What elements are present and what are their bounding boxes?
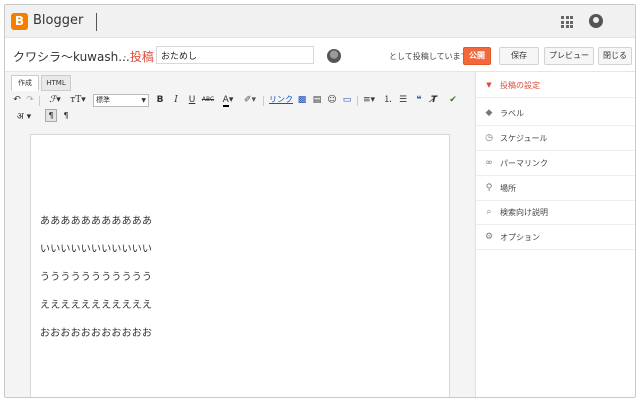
preview-button[interactable]: プレビュー bbox=[544, 47, 594, 65]
insert-emoji-icon[interactable]: ☺ bbox=[327, 94, 337, 106]
font-family-icon[interactable]: ℱ▾ bbox=[45, 94, 65, 106]
underline-icon[interactable]: U bbox=[187, 94, 197, 106]
insert-image-icon[interactable]: ▩ bbox=[297, 94, 307, 106]
toolbar-divider bbox=[263, 96, 264, 106]
sidebar-item-search-description[interactable]: ⌕ 検索向け説明 bbox=[476, 200, 635, 225]
tag-icon: ◆ bbox=[485, 108, 493, 118]
insert-jump-break-icon[interactable]: ▭ bbox=[342, 94, 352, 106]
link-icon: ∞ bbox=[485, 158, 493, 168]
toolbar-divider bbox=[357, 96, 358, 106]
clock-icon: ◷ bbox=[485, 133, 493, 143]
post-title-input[interactable] bbox=[156, 46, 314, 64]
sidebar-item-label: オプション bbox=[500, 233, 540, 242]
apps-grid-icon[interactable] bbox=[561, 16, 573, 28]
body-line: おおおおおおおおおおお bbox=[40, 328, 153, 339]
search-icon: ⌕ bbox=[486, 207, 492, 217]
sidebar-item-schedule[interactable]: ◷ スケジュール bbox=[476, 126, 635, 151]
account-icon[interactable] bbox=[589, 14, 603, 28]
body-line: いいいいいいいいいいい bbox=[40, 244, 153, 255]
top-bar: B Blogger bbox=[5, 5, 635, 38]
redo-icon[interactable]: ↷ bbox=[25, 94, 35, 106]
chevron-down-icon: ▼ bbox=[141, 97, 146, 104]
post-body-editor[interactable]: あああああああああああ いいいいいいいいいいい ううううううううううう ええええ… bbox=[30, 134, 450, 397]
tab-html[interactable]: HTML bbox=[41, 75, 71, 91]
divider bbox=[96, 13, 97, 31]
save-button[interactable]: 保存 bbox=[499, 47, 539, 65]
highlight-color-icon[interactable]: ✐▾ bbox=[241, 94, 259, 106]
font-size-value: 標準 bbox=[96, 96, 110, 104]
tab-compose[interactable]: 作成 bbox=[11, 75, 39, 91]
spellcheck-icon[interactable]: ✔ bbox=[448, 94, 458, 106]
publish-button[interactable]: 公開 bbox=[463, 47, 491, 65]
sidebar-item-label: 場所 bbox=[500, 184, 516, 193]
text-color-icon[interactable]: A▾ bbox=[219, 94, 237, 107]
sidebar-item-location[interactable]: ⚲ 場所 bbox=[476, 176, 635, 201]
bulleted-list-icon[interactable]: ☰ bbox=[398, 94, 408, 106]
breadcrumb: · 投稿 bbox=[123, 48, 154, 65]
close-button[interactable]: 閉じる bbox=[598, 47, 632, 65]
insert-link[interactable]: リンク bbox=[269, 94, 293, 106]
clear-formatting-icon[interactable]: T̸ bbox=[429, 94, 439, 106]
formatting-toolbar: ↶ ↷ ℱ▾ ᴛT▾ 標準 ▼ B I U ABC A▾ ✐▾ リンク ▩ ▤ ☺… bbox=[5, 92, 475, 128]
rtl-direction-icon[interactable]: ¶ bbox=[61, 110, 71, 122]
brand-name[interactable]: Blogger bbox=[33, 13, 83, 28]
editor-area: 作成 HTML ↶ ↷ ℱ▾ ᴛT▾ 標準 ▼ B I U ABC A▾ ✐▾ リ… bbox=[5, 72, 476, 397]
sidebar-item-labels[interactable]: ◆ ラベル bbox=[476, 101, 635, 126]
italic-icon[interactable]: I bbox=[171, 94, 181, 106]
author-avatar-icon[interactable] bbox=[327, 49, 341, 63]
body-line: えええええええええええ bbox=[40, 300, 153, 311]
sidebar-item-label: スケジュール bbox=[500, 134, 548, 143]
breadcrumb-separator: · bbox=[123, 50, 127, 64]
insert-video-icon[interactable]: ▤ bbox=[312, 94, 322, 106]
posting-as-text: として投稿しています bbox=[389, 52, 469, 61]
font-size-select[interactable]: 標準 ▼ bbox=[93, 94, 149, 107]
post-header: クワシラ〜kuwash... ·投稿 として投稿しています 公開 保存 プレビュ… bbox=[5, 38, 635, 72]
sidebar-item-label: 検索向け説明 bbox=[500, 208, 548, 217]
quote-icon[interactable]: ❝ bbox=[414, 94, 424, 106]
breadcrumb-section: 投稿 bbox=[129, 50, 154, 64]
toolbar-divider bbox=[39, 96, 40, 106]
pin-icon: ⚲ bbox=[485, 183, 493, 193]
sidebar-item-permalink[interactable]: ∞ パーマリンク bbox=[476, 151, 635, 176]
bold-icon[interactable]: B bbox=[155, 94, 165, 106]
align-icon[interactable]: ≡▾ bbox=[361, 94, 377, 106]
font-size-icon[interactable]: ᴛT▾ bbox=[67, 94, 89, 106]
blogger-window: B Blogger クワシラ〜kuwash... ·投稿 として投稿しています … bbox=[4, 4, 636, 398]
ltr-direction-glyph-icon: ¶ bbox=[48, 111, 54, 120]
sidebar-item-label: パーマリンク bbox=[500, 159, 548, 168]
triangle-down-icon: ▼ bbox=[486, 81, 492, 89]
gear-icon: ⚙ bbox=[484, 232, 494, 242]
undo-icon[interactable]: ↶ bbox=[12, 94, 22, 106]
post-settings-sidebar: ▼ 投稿の設定 ◆ ラベル ◷ スケジュール ∞ パーマリンク ⚲ 場所 ⌕ 検… bbox=[476, 72, 635, 397]
sidebar-item-label: ラベル bbox=[500, 109, 524, 118]
body-line: ううううううううううう bbox=[40, 272, 153, 283]
input-tools-icon[interactable]: अ ▾ bbox=[12, 111, 36, 123]
body-line: あああああああああああ bbox=[40, 216, 153, 227]
blogger-logo-icon[interactable]: B bbox=[11, 13, 28, 30]
strikethrough-icon[interactable]: ABC bbox=[201, 94, 215, 106]
numbered-list-icon[interactable]: ⒈ bbox=[383, 94, 393, 106]
sidebar-item-post-settings[interactable]: ▼ 投稿の設定 bbox=[476, 73, 635, 98]
sidebar-item-label: 投稿の設定 bbox=[500, 81, 540, 90]
sidebar-item-options[interactable]: ⚙ オプション bbox=[476, 225, 635, 250]
blog-name[interactable]: クワシラ〜kuwash... bbox=[13, 48, 130, 65]
